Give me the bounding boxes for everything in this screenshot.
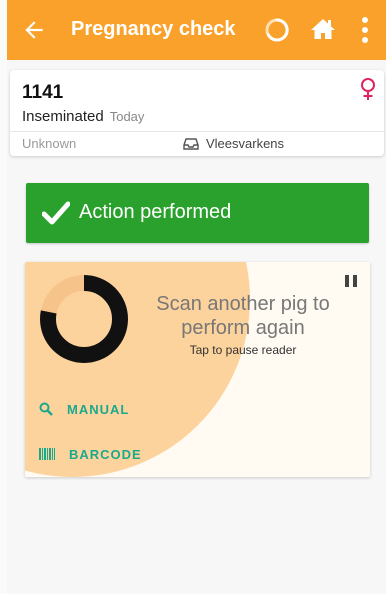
toast-message: Action performed — [79, 201, 232, 223]
scan-prompt: Scan another pig to perform again — [143, 292, 343, 340]
arrow-left-icon[interactable] — [21, 17, 47, 43]
app-bar: Pregnancy check — [7, 0, 386, 60]
scan-progress-ring — [40, 275, 128, 363]
pause-hint[interactable]: Tap to pause reader — [143, 343, 343, 357]
scanner-card[interactable]: Scan another pig to perform again Tap to… — [25, 262, 370, 477]
manual-button[interactable]: MANUAL — [39, 397, 129, 421]
animal-card[interactable]: 1141 Inseminated Today Unknown Vleesvarke… — [10, 70, 384, 156]
pause-icon[interactable] — [344, 274, 358, 288]
scan-prompt-line-1: Scan another pig to — [156, 293, 330, 315]
barcode-label: BARCODE — [69, 446, 142, 462]
scan-prompt-line-2: perform again — [181, 317, 305, 339]
status-date: Today — [109, 109, 145, 124]
female-icon — [361, 78, 375, 100]
check-icon — [42, 201, 70, 225]
animal-location: Unknown — [22, 136, 77, 151]
inbox-icon — [183, 138, 199, 150]
animal-status: Inseminated Today — [22, 108, 144, 125]
manual-label: MANUAL — [67, 401, 130, 417]
animal-id: 1141 — [22, 82, 64, 103]
more-vertical-icon[interactable] — [359, 16, 371, 44]
app-frame: Pregnancy check 1141 Inseminated Today Un… — [7, 0, 386, 594]
search-icon — [39, 402, 53, 416]
home-icon[interactable] — [310, 16, 336, 42]
success-toast: Action performed — [26, 183, 369, 243]
loading-spinner-icon — [265, 18, 289, 42]
page-title: Pregnancy check — [71, 18, 236, 40]
barcode-button[interactable]: BARCODE — [39, 442, 142, 466]
divider — [10, 131, 384, 132]
animal-pen: Vleesvarkens — [206, 136, 285, 151]
status-label: Inseminated — [22, 108, 104, 125]
barcode-icon — [39, 448, 55, 460]
